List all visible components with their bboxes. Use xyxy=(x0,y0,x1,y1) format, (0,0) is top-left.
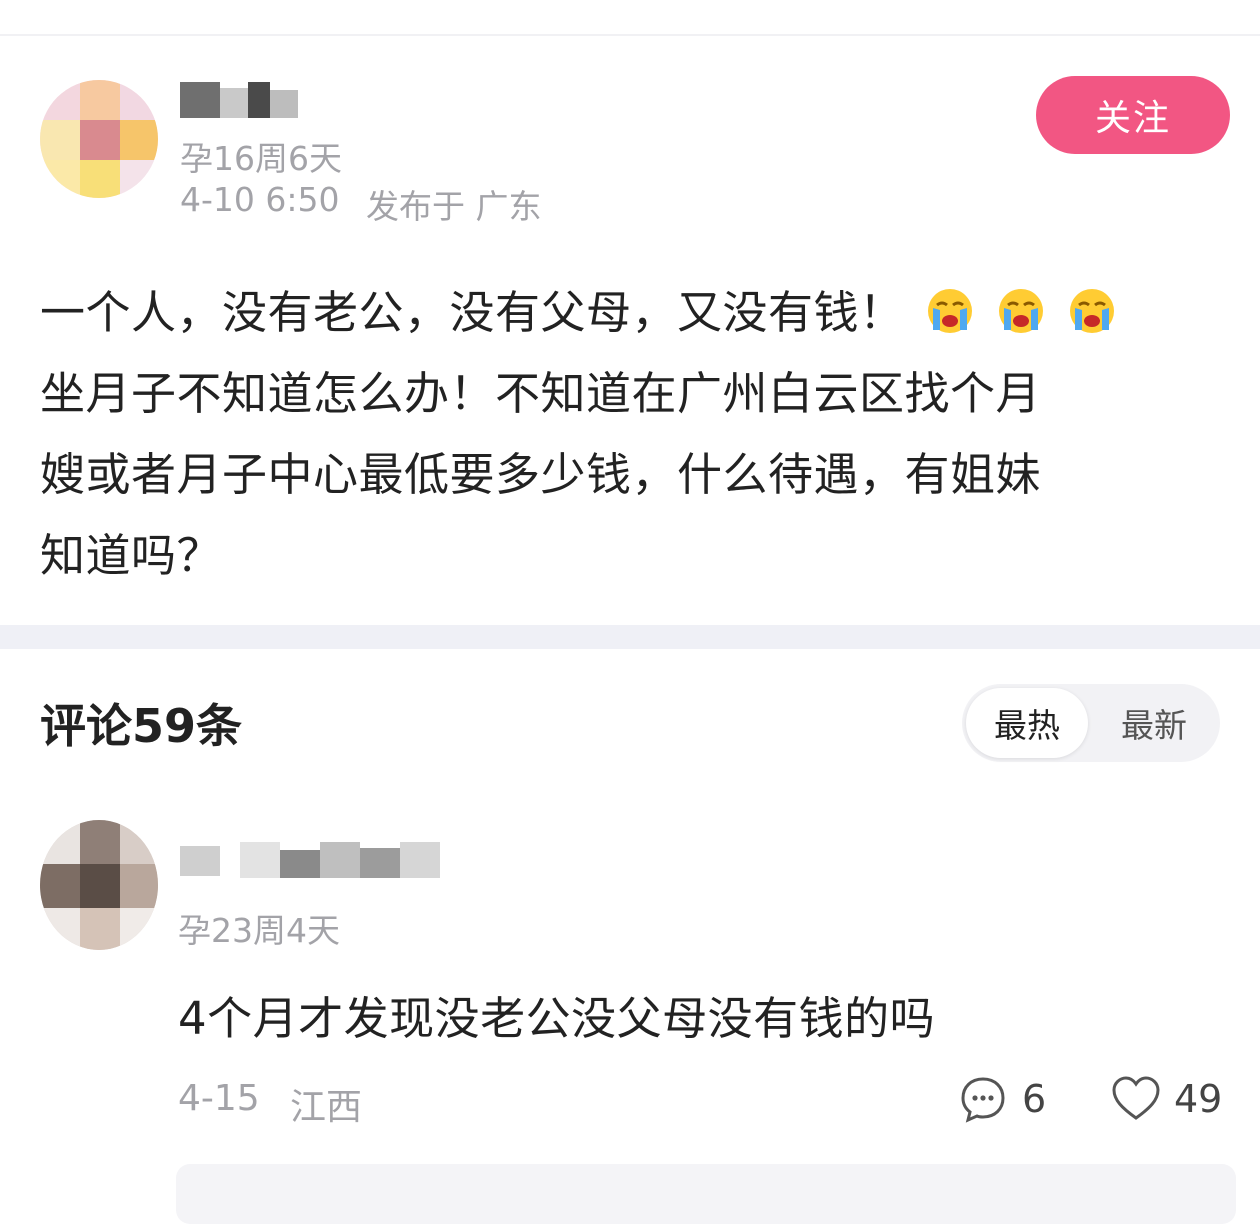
heart-icon xyxy=(1112,1076,1160,1120)
post-body-line-text: 一个人，没有老公，没有父母，又没有钱！ xyxy=(40,286,905,339)
post-author-name-blurred[interactable] xyxy=(180,82,304,118)
follow-button[interactable]: 关注 xyxy=(1036,76,1230,154)
comment-author-avatar[interactable] xyxy=(40,820,158,950)
top-rule xyxy=(0,34,1260,36)
reply-count: 6 xyxy=(1022,1077,1047,1121)
sort-hot-button[interactable]: 最热 xyxy=(966,688,1088,758)
post-location: 发布于 广东 xyxy=(366,187,542,226)
crying-face-icon xyxy=(999,289,1044,333)
section-divider xyxy=(0,625,1260,649)
reply-preview-box[interactable] xyxy=(176,1164,1236,1224)
post-body-line: 嫂或者月子中心最低要多少钱，什么待遇，有姐妹 xyxy=(40,448,1042,501)
post-body: 一个人，没有老公，没有父母，又没有钱！ 坐月子不知道怎么办！不知道在广州白云区找… xyxy=(40,272,1220,596)
comment-text: 4个月才发现没老公没父母没有钱的吗 xyxy=(178,992,936,1045)
comment-location: 江西 xyxy=(290,1087,363,1128)
reply-stat[interactable]: 6 xyxy=(958,1074,1046,1124)
post-body-line: 坐月子不知道怎么办！不知道在广州白云区找个月 xyxy=(40,367,1042,420)
comment-bubble-icon xyxy=(961,1077,1005,1123)
comment-author-name-blurred[interactable] xyxy=(180,842,460,878)
post-body-line: 知道吗？ xyxy=(40,529,223,582)
comment-sort-toggle: 最热 最新 xyxy=(962,684,1220,762)
comments-title: 评论59条 xyxy=(40,699,243,753)
crying-face-icon xyxy=(928,289,973,333)
comment-date: 4-15 xyxy=(178,1078,260,1119)
like-stat[interactable]: 49 xyxy=(1110,1074,1222,1124)
post-body-line: 一个人，没有老公，没有父母，又没有钱！ xyxy=(40,272,1220,353)
like-count: 49 xyxy=(1174,1077,1223,1121)
post-date: 4-10 6:50 xyxy=(180,180,340,219)
comment-author-pregnancy: 孕23周4天 xyxy=(178,911,340,950)
post-author-pregnancy: 孕16周6天 xyxy=(180,139,342,178)
post-author-avatar[interactable] xyxy=(40,80,158,198)
sort-new-button[interactable]: 最新 xyxy=(1092,688,1216,758)
crying-face-icon xyxy=(1069,289,1114,333)
